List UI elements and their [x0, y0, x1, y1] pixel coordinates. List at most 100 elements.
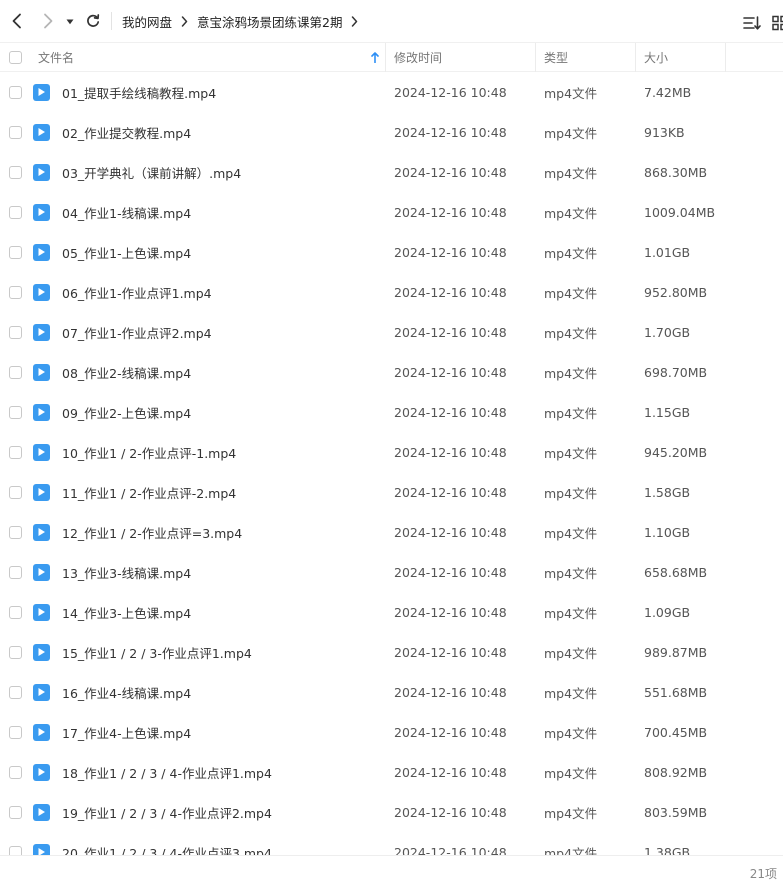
table-row[interactable]: 10_作业1 / 2-作业点评-1.mp4 2024-12-16 10:48 mp4… — [0, 432, 783, 472]
file-name[interactable]: 04_作业1-线稿课.mp4 — [62, 192, 191, 232]
table-row[interactable]: 13_作业3-线稿课.mp4 2024-12-16 10:48 mp4文件 658.6… — [0, 552, 783, 592]
checkbox[interactable] — [9, 565, 22, 579]
table-row[interactable]: 14_作业3-上色课.mp4 2024-12-16 10:48 mp4文件 1.09G… — [0, 592, 783, 632]
checkbox[interactable] — [9, 365, 22, 379]
row-checkbox-cell[interactable] — [9, 712, 22, 752]
checkbox[interactable] — [9, 285, 22, 299]
table-row[interactable]: 18_作业1 / 2 / 3 / 4-作业点评1.mp4 2024-12-16 1… — [0, 752, 783, 792]
table-row[interactable]: 06_作业1-作业点评1.mp4 2024-12-16 10:48 mp4文件 952… — [0, 272, 783, 312]
checkbox[interactable] — [9, 51, 22, 64]
table-row[interactable]: 16_作业4-线稿课.mp4 2024-12-16 10:48 mp4文件 551.6… — [0, 672, 783, 712]
row-checkbox-cell[interactable] — [9, 832, 22, 855]
file-name[interactable]: 10_作业1 / 2-作业点评-1.mp4 — [62, 432, 236, 472]
file-name[interactable]: 20_作业1 / 2 / 3 / 4-作业点评3.mp4 — [62, 832, 272, 856]
file-name[interactable]: 05_作业1-上色课.mp4 — [62, 232, 191, 272]
table-row[interactable]: 04_作业1-线稿课.mp4 2024-12-16 10:48 mp4文件 1009.… — [0, 192, 783, 232]
row-checkbox-cell[interactable] — [9, 592, 22, 632]
checkbox[interactable] — [9, 725, 22, 739]
chevron-right-icon[interactable] — [351, 15, 358, 27]
checkbox[interactable] — [9, 845, 22, 855]
checkbox[interactable] — [9, 325, 22, 339]
sort-button[interactable] — [741, 12, 763, 34]
file-name[interactable]: 19_作业1 / 2 / 3 / 4-作业点评2.mp4 — [62, 792, 272, 832]
file-name[interactable]: 01_提取手绘线稿教程.mp4 — [62, 72, 216, 112]
file-name[interactable]: 18_作业1 / 2 / 3 / 4-作业点评1.mp4 — [62, 752, 272, 792]
row-checkbox-cell[interactable] — [9, 192, 22, 232]
file-name[interactable]: 08_作业2-线稿课.mp4 — [62, 352, 191, 392]
history-dropdown-button[interactable] — [63, 11, 77, 33]
file-name[interactable]: 11_作业1 / 2-作业点评-2.mp4 — [62, 472, 236, 512]
row-checkbox-cell[interactable] — [9, 312, 22, 352]
checkbox[interactable] — [9, 165, 22, 179]
table-row[interactable]: 09_作业2-上色课.mp4 2024-12-16 10:48 mp4文件 1.15G… — [0, 392, 783, 432]
checkbox[interactable] — [9, 245, 22, 259]
file-name[interactable]: 02_作业提交教程.mp4 — [62, 112, 191, 152]
file-name[interactable]: 14_作业3-上色课.mp4 — [62, 592, 191, 632]
row-checkbox-cell[interactable] — [9, 512, 22, 552]
table-row[interactable]: 07_作业1-作业点评2.mp4 2024-12-16 10:48 mp4文件 1.7… — [0, 312, 783, 352]
select-all-checkbox[interactable] — [9, 43, 22, 72]
table-row[interactable]: 02_作业提交教程.mp4 2024-12-16 10:48 mp4文件 913KB — [0, 112, 783, 152]
header-name[interactable]: 文件名 — [38, 43, 384, 72]
table-row[interactable]: 20_作业1 / 2 / 3 / 4-作业点评3.mp4 2024-12-16 1… — [0, 832, 783, 855]
checkbox[interactable] — [9, 685, 22, 699]
row-checkbox-cell[interactable] — [9, 392, 22, 432]
checkbox[interactable] — [9, 125, 22, 139]
column-divider[interactable] — [385, 43, 386, 72]
back-button[interactable] — [6, 10, 28, 32]
checkbox[interactable] — [9, 85, 22, 99]
row-checkbox-cell[interactable] — [9, 232, 22, 272]
row-checkbox-cell[interactable] — [9, 792, 22, 832]
row-checkbox-cell[interactable] — [9, 432, 22, 472]
row-checkbox-cell[interactable] — [9, 752, 22, 792]
breadcrumb-item-root[interactable]: 我的网盘 — [122, 12, 172, 31]
file-name[interactable]: 17_作业4-上色课.mp4 — [62, 712, 191, 752]
checkbox[interactable] — [9, 485, 22, 499]
file-name[interactable]: 07_作业1-作业点评2.mp4 — [62, 312, 212, 352]
forward-button[interactable] — [37, 10, 59, 32]
table-row[interactable]: 15_作业1 / 2 / 3-作业点评1.mp4 2024-12-16 10:48… — [0, 632, 783, 672]
table-row[interactable]: 12_作业1 / 2-作业点评=3.mp4 2024-12-16 10:48 mp4… — [0, 512, 783, 552]
column-divider[interactable] — [635, 43, 636, 72]
header-size[interactable]: 大小 — [644, 43, 668, 72]
file-name[interactable]: 15_作业1 / 2 / 3-作业点评1.mp4 — [62, 632, 252, 672]
table-row[interactable]: 17_作业4-上色课.mp4 2024-12-16 10:48 mp4文件 700.4… — [0, 712, 783, 752]
column-divider[interactable] — [535, 43, 536, 72]
row-checkbox-cell[interactable] — [9, 672, 22, 712]
row-checkbox-cell[interactable] — [9, 272, 22, 312]
row-checkbox-cell[interactable] — [9, 352, 22, 392]
breadcrumb-item-current[interactable]: 意宝涂鸦场景团练课第2期 — [197, 12, 342, 31]
table-row[interactable]: 08_作业2-线稿课.mp4 2024-12-16 10:48 mp4文件 698.7… — [0, 352, 783, 392]
refresh-button[interactable] — [82, 10, 104, 32]
file-name[interactable]: 13_作业3-线稿课.mp4 — [62, 552, 191, 592]
checkbox[interactable] — [9, 765, 22, 779]
row-checkbox-cell[interactable] — [9, 152, 22, 192]
row-checkbox-cell[interactable] — [9, 72, 22, 112]
checkbox[interactable] — [9, 205, 22, 219]
checkbox[interactable] — [9, 805, 22, 819]
file-name[interactable]: 03_开学典礼（课前讲解）.mp4 — [62, 152, 241, 192]
file-name[interactable]: 12_作业1 / 2-作业点评=3.mp4 — [62, 512, 242, 552]
file-name[interactable]: 16_作业4-线稿课.mp4 — [62, 672, 191, 712]
header-type[interactable]: 类型 — [544, 43, 568, 72]
table-row[interactable]: 19_作业1 / 2 / 3 / 4-作业点评2.mp4 2024-12-16 1… — [0, 792, 783, 832]
table-row[interactable]: 01_提取手绘线稿教程.mp4 2024-12-16 10:48 mp4文件 7.42… — [0, 72, 783, 112]
row-checkbox-cell[interactable] — [9, 552, 22, 592]
checkbox[interactable] — [9, 605, 22, 619]
file-type: mp4文件 — [544, 405, 598, 421]
checkbox[interactable] — [9, 525, 22, 539]
row-checkbox-cell[interactable] — [9, 112, 22, 152]
row-checkbox-cell[interactable] — [9, 632, 22, 672]
table-row[interactable]: 03_开学典礼（课前讲解）.mp4 2024-12-16 10:48 mp4文件 86… — [0, 152, 783, 192]
checkbox[interactable] — [9, 445, 22, 459]
file-name[interactable]: 09_作业2-上色课.mp4 — [62, 392, 191, 432]
view-toggle-button[interactable] — [768, 12, 783, 34]
file-name[interactable]: 06_作业1-作业点评1.mp4 — [62, 272, 212, 312]
table-row[interactable]: 11_作业1 / 2-作业点评-2.mp4 2024-12-16 10:48 mp4… — [0, 472, 783, 512]
checkbox[interactable] — [9, 405, 22, 419]
column-divider[interactable] — [725, 43, 726, 72]
table-row[interactable]: 05_作业1-上色课.mp4 2024-12-16 10:48 mp4文件 1.01G… — [0, 232, 783, 272]
row-checkbox-cell[interactable] — [9, 472, 22, 512]
checkbox[interactable] — [9, 645, 22, 659]
header-modified[interactable]: 修改时间 — [394, 43, 442, 72]
